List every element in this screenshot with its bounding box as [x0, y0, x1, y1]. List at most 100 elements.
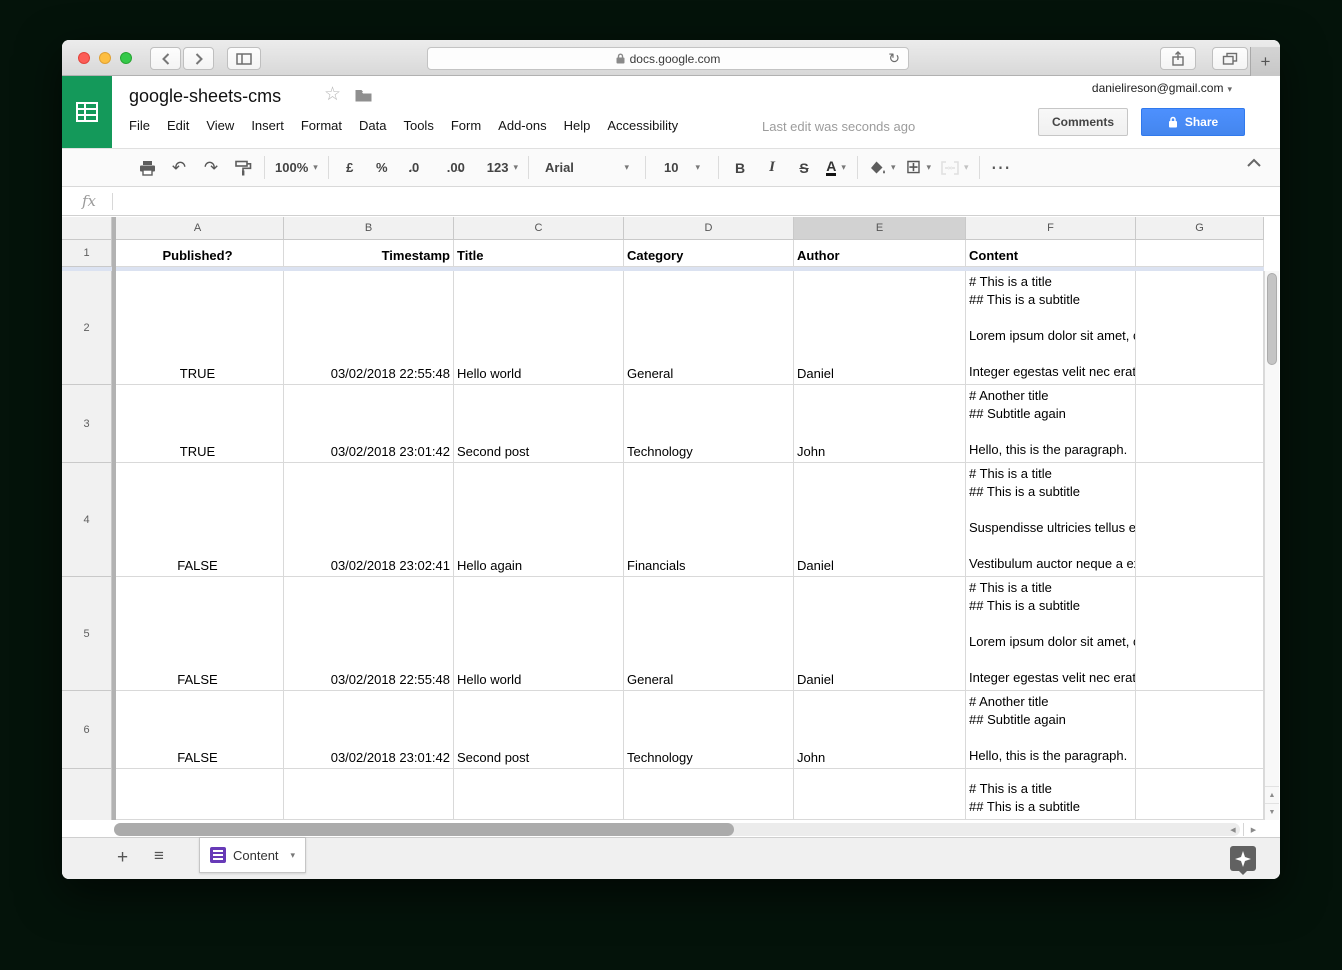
- column-header-g[interactable]: G: [1136, 217, 1264, 240]
- menu-view[interactable]: View: [206, 118, 234, 133]
- cell[interactable]: [624, 769, 794, 820]
- cell[interactable]: [1136, 271, 1264, 385]
- address-bar[interactable]: docs.google.com ↻: [427, 47, 909, 70]
- undo-button[interactable]: ↶: [168, 155, 190, 181]
- cell[interactable]: Content: [966, 240, 1136, 267]
- vertical-scrollbar-thumb[interactable]: [1267, 273, 1277, 365]
- sidebar-toggle-button[interactable]: [227, 47, 261, 70]
- cell[interactable]: [1136, 463, 1264, 577]
- cell[interactable]: Daniel: [794, 271, 966, 385]
- cell[interactable]: [284, 769, 454, 820]
- scroll-left-button[interactable]: ◀: [1223, 823, 1243, 836]
- last-edit-status[interactable]: Last edit was seconds ago: [762, 119, 915, 134]
- horizontal-scrollbar-thumb[interactable]: [114, 823, 734, 836]
- cell[interactable]: Daniel: [794, 577, 966, 691]
- cell[interactable]: # This is a title ## This is a subtitle …: [966, 271, 1136, 385]
- cell[interactable]: # This is a title ## This is a subtitle …: [966, 577, 1136, 691]
- bold-button[interactable]: B: [729, 155, 751, 181]
- collapse-toolbar-button[interactable]: [1246, 158, 1262, 168]
- cell[interactable]: Hello again: [454, 463, 624, 577]
- cell[interactable]: # This is a title ## This is a subtitle: [966, 769, 1136, 820]
- scroll-up-button[interactable]: ▲: [1265, 786, 1279, 803]
- cell[interactable]: General: [624, 577, 794, 691]
- number-format-menu[interactable]: 123 ▾: [487, 155, 518, 181]
- cell[interactable]: Technology: [624, 385, 794, 463]
- cell[interactable]: Second post: [454, 691, 624, 769]
- font-family-select[interactable]: Arial ▾: [539, 155, 635, 181]
- folder-icon[interactable]: [355, 89, 372, 102]
- cell[interactable]: Title: [454, 240, 624, 267]
- decrease-decimal-button[interactable]: .0 ←: [403, 155, 425, 181]
- cell[interactable]: Published?: [112, 240, 284, 267]
- redo-button[interactable]: ↷: [200, 155, 222, 181]
- text-color-button[interactable]: A ▾: [825, 155, 847, 181]
- column-header-e[interactable]: E: [794, 217, 966, 240]
- comments-button[interactable]: Comments: [1037, 108, 1128, 136]
- row-number[interactable]: 5: [62, 577, 112, 691]
- cell[interactable]: Financials: [624, 463, 794, 577]
- menu-tools[interactable]: Tools: [403, 118, 433, 133]
- cell[interactable]: # Another title ## Subtitle again Hello,…: [966, 691, 1136, 769]
- menu-format[interactable]: Format: [301, 118, 342, 133]
- column-header-a[interactable]: A: [112, 217, 284, 240]
- star-icon[interactable]: ☆: [324, 85, 341, 104]
- column-header-d[interactable]: D: [624, 217, 794, 240]
- menu-edit[interactable]: Edit: [167, 118, 189, 133]
- cell[interactable]: [1136, 691, 1264, 769]
- zoom-select[interactable]: 100% ▾: [275, 155, 318, 181]
- row-number[interactable]: 1: [62, 240, 112, 267]
- format-currency-button[interactable]: £: [339, 155, 361, 181]
- account-menu[interactable]: danielireson@gmail.com ▾: [1092, 81, 1232, 95]
- cell[interactable]: [112, 769, 284, 820]
- frozen-column-bar[interactable]: [112, 217, 116, 820]
- close-window-button[interactable]: [78, 52, 90, 64]
- row-number[interactable]: 3: [62, 385, 112, 463]
- cell[interactable]: Technology: [624, 691, 794, 769]
- strikethrough-button[interactable]: S: [793, 155, 815, 181]
- font-size-select[interactable]: 10 ▾: [656, 155, 708, 181]
- fill-color-button[interactable]: ▾: [868, 155, 896, 181]
- tab-overview-button[interactable]: [1212, 47, 1248, 70]
- add-sheet-button[interactable]: +: [117, 847, 128, 869]
- cell[interactable]: Category: [624, 240, 794, 267]
- format-percent-button[interactable]: %: [371, 155, 393, 181]
- menu-file[interactable]: File: [129, 118, 150, 133]
- cell[interactable]: 03/02/2018 22:55:48: [284, 271, 454, 385]
- select-all-corner[interactable]: [62, 217, 112, 240]
- row-number[interactable]: 2: [62, 271, 112, 385]
- vertical-scrollbar[interactable]: ▲ ▼: [1264, 271, 1279, 820]
- menu-help[interactable]: Help: [564, 118, 591, 133]
- back-button[interactable]: [150, 47, 181, 70]
- cell[interactable]: [454, 769, 624, 820]
- column-header-b[interactable]: B: [284, 217, 454, 240]
- cell[interactable]: General: [624, 271, 794, 385]
- menu-form[interactable]: Form: [451, 118, 481, 133]
- cell[interactable]: Timestamp: [284, 240, 454, 267]
- cell[interactable]: John: [794, 691, 966, 769]
- horizontal-scrollbar[interactable]: ◀ ▶: [62, 822, 1279, 837]
- italic-button[interactable]: I: [761, 155, 783, 181]
- formula-input[interactable]: [120, 188, 1276, 215]
- document-title[interactable]: google-sheets-cms: [129, 86, 281, 107]
- cell[interactable]: Hello world: [454, 271, 624, 385]
- scroll-right-button[interactable]: ▶: [1243, 823, 1263, 836]
- sheets-logo[interactable]: [62, 76, 112, 148]
- forward-button[interactable]: [183, 47, 214, 70]
- cell[interactable]: 03/02/2018 23:01:42: [284, 691, 454, 769]
- increase-decimal-button[interactable]: .00 →: [445, 155, 467, 181]
- column-header-f[interactable]: F: [966, 217, 1136, 240]
- cell[interactable]: [794, 769, 966, 820]
- share-page-button[interactable]: [1160, 47, 1196, 70]
- cell[interactable]: [1136, 577, 1264, 691]
- share-button[interactable]: Share: [1141, 108, 1245, 136]
- cell[interactable]: Hello world: [454, 577, 624, 691]
- cell[interactable]: Second post: [454, 385, 624, 463]
- row-number[interactable]: 6: [62, 691, 112, 769]
- cell[interactable]: [1136, 240, 1264, 267]
- cell[interactable]: 03/02/2018 23:01:42: [284, 385, 454, 463]
- cell[interactable]: [1136, 769, 1264, 820]
- cell[interactable]: John: [794, 385, 966, 463]
- cell[interactable]: TRUE: [112, 271, 284, 385]
- row-number[interactable]: 4: [62, 463, 112, 577]
- menu-data[interactable]: Data: [359, 118, 386, 133]
